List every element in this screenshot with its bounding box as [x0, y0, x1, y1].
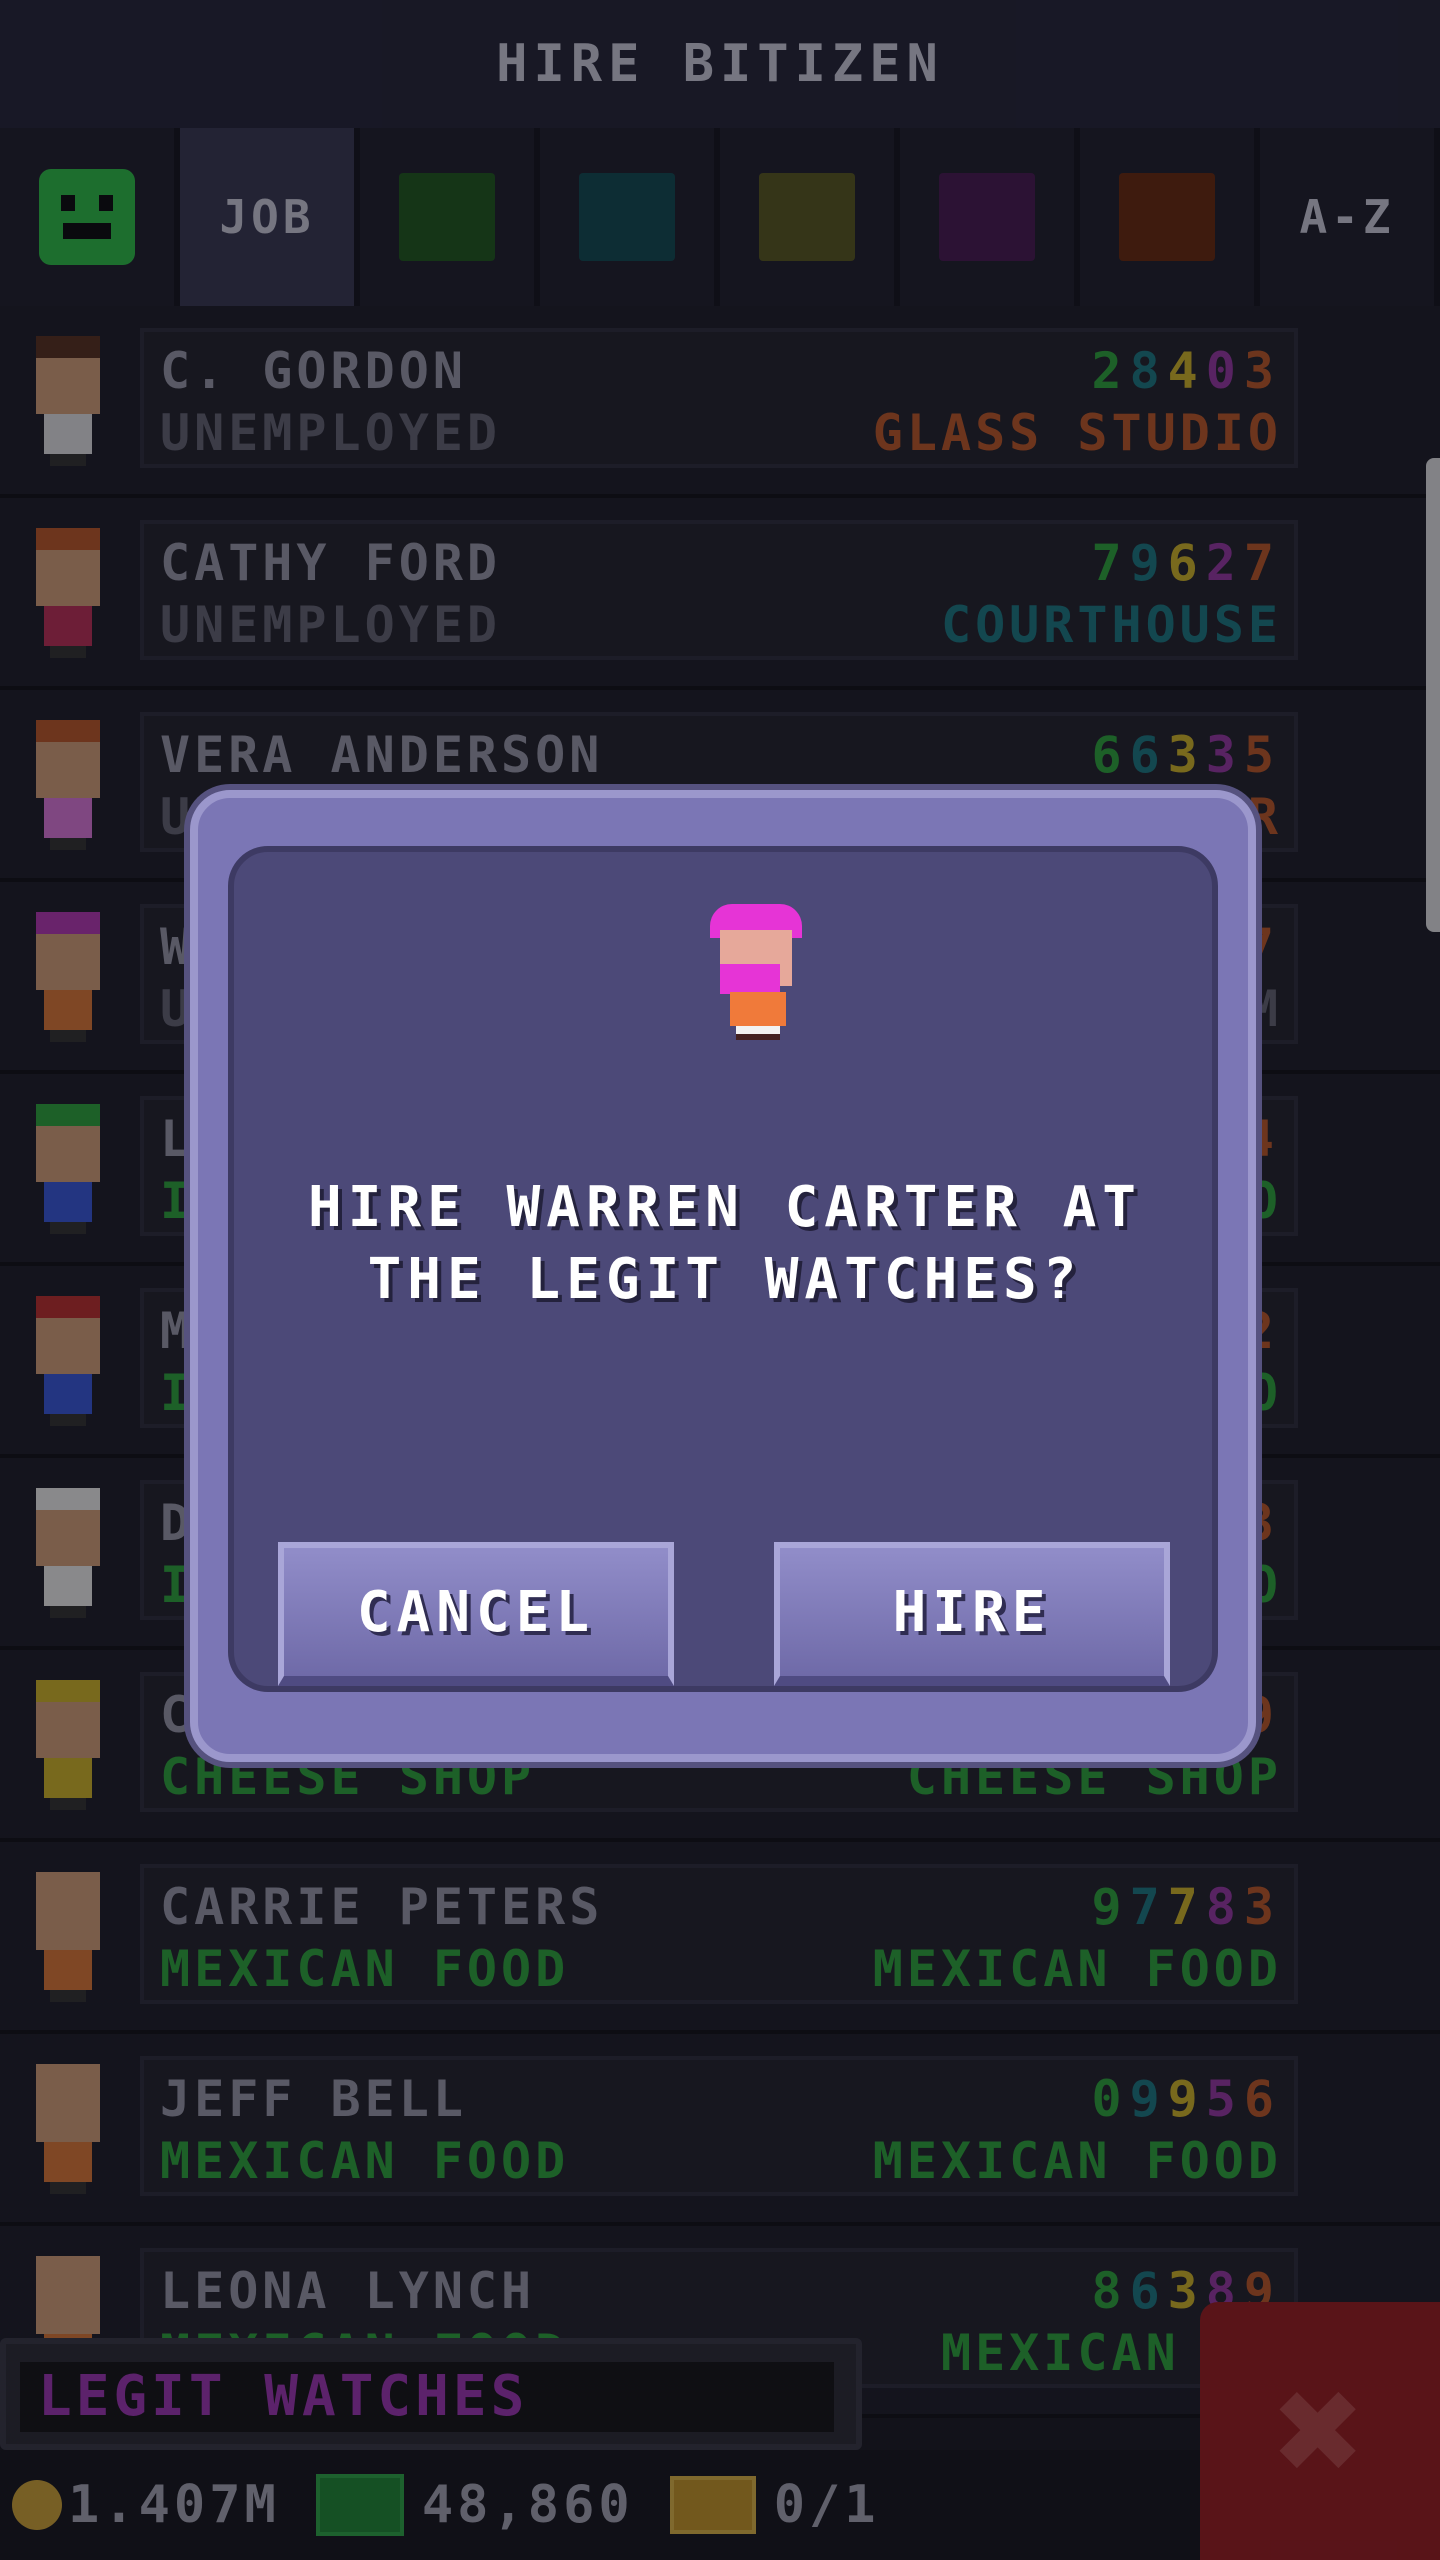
hire-button[interactable]: HIRE: [774, 1542, 1170, 1686]
cancel-button[interactable]: CANCEL: [278, 1542, 674, 1686]
bitizen-sprite: [710, 904, 802, 1040]
hire-dialog: HIRE WARREN CARTER AT THE LEGIT WATCHES?…: [190, 790, 1256, 1762]
dialog-panel: HIRE WARREN CARTER AT THE LEGIT WATCHES?…: [228, 846, 1218, 1692]
hire-question: HIRE WARREN CARTER AT THE LEGIT WATCHES?: [307, 1175, 1142, 1312]
